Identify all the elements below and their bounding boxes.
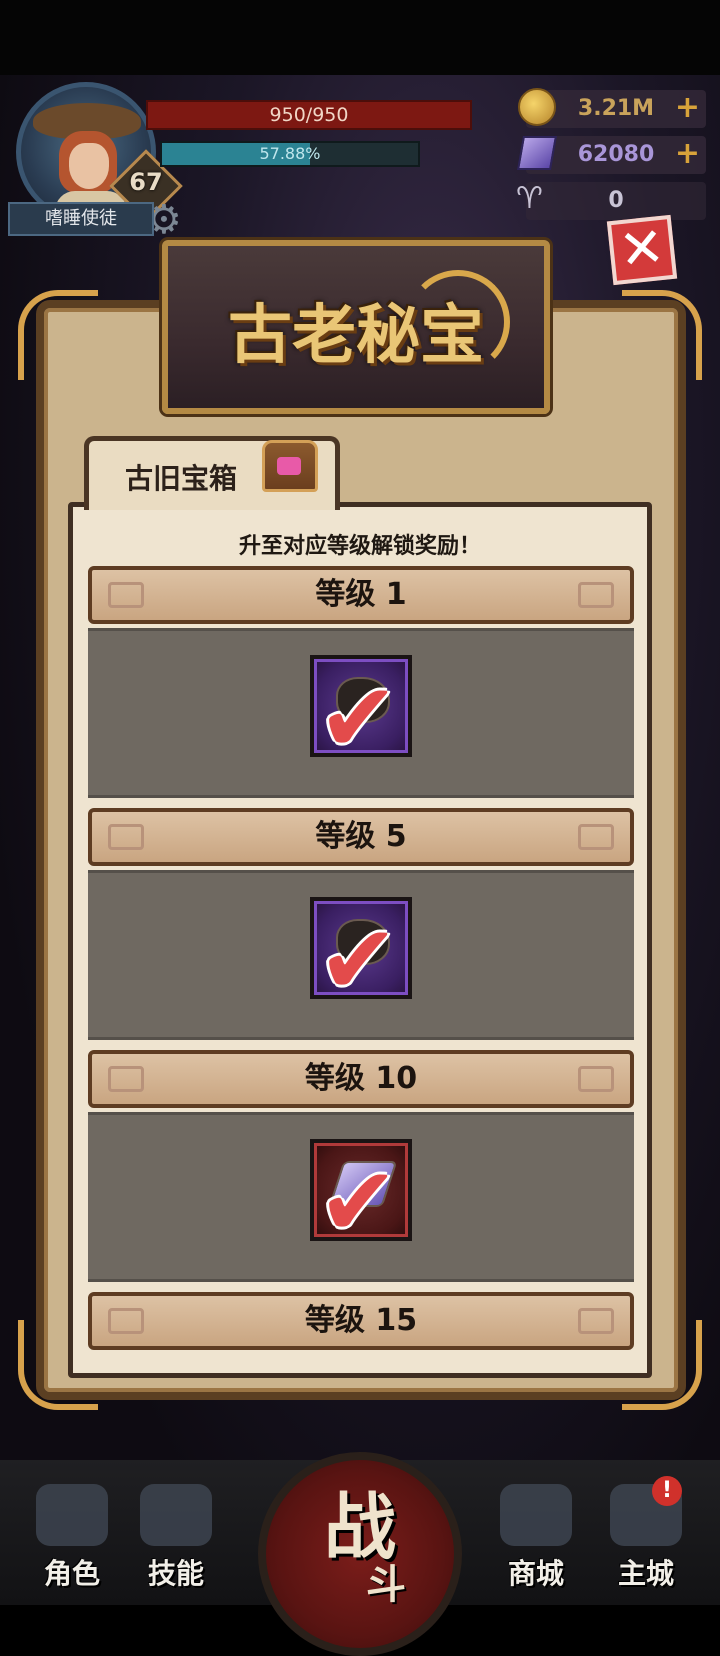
hp-text: 950/950 <box>269 104 349 126</box>
nav-skills[interactable]: 技能 <box>126 1470 226 1600</box>
level-header: 等级 10 <box>88 1050 634 1108</box>
frame-corner-top-right <box>622 290 702 380</box>
nav-label: 主城 <box>617 1557 674 1590</box>
horn-counter: ♈ 0 <box>516 182 706 220</box>
header-ornament-right <box>578 1308 614 1334</box>
gem-value: 62080 <box>577 142 655 167</box>
gem-counter: 62080 + <box>517 136 706 174</box>
notification-badge: ! <box>652 1476 682 1506</box>
reward-area: ✔ <box>88 1112 634 1282</box>
battle-button[interactable]: 战 斗 <box>258 1452 462 1656</box>
reward-item-slot[interactable]: ✔ <box>310 655 412 766</box>
nav-label: 商城 <box>507 1557 564 1590</box>
character-icon <box>36 1484 108 1546</box>
horn-value: 0 <box>608 188 624 213</box>
modal-title-plate: 古老秘宝 <box>162 240 550 414</box>
tab-label: 古旧宝箱 <box>125 462 238 495</box>
level-header: 等级 1 <box>88 566 634 624</box>
xp-bar: 57.88% <box>160 141 420 167</box>
reward-item-slot[interactable]: ✔ <box>310 1139 412 1250</box>
level-label: 等级 5 <box>315 819 407 854</box>
gold-counter: 3.21M + <box>518 88 706 128</box>
skill-icon <box>140 1484 212 1546</box>
reward-area: ✔ <box>88 628 634 798</box>
status-bar-area <box>0 0 720 75</box>
reward-list[interactable]: 等级 1 ✔ 等级 5 ✔ 等级 10 ✔ 等级 15 <box>88 566 634 1372</box>
avatar-face <box>69 143 109 189</box>
level-label: 等级 1 <box>315 577 407 612</box>
gold-value: 3.21M <box>577 96 655 121</box>
player-name: 嗜睡使徒 <box>8 202 154 236</box>
player-level: 67 <box>129 168 163 196</box>
level-label: 等级 10 <box>304 1061 418 1096</box>
battle-label-main: 战 <box>323 1484 396 1569</box>
header-ornament-right <box>578 824 614 850</box>
purple-gem-icon <box>517 136 557 170</box>
modal-title: 古老秘宝 <box>228 298 484 373</box>
reward-area: ✔ <box>88 870 634 1040</box>
nav-label: 角色 <box>43 1557 100 1590</box>
nav-label: 技能 <box>147 1557 204 1590</box>
close-button[interactable]: ✕ <box>606 215 678 286</box>
gold-coin-icon <box>518 88 556 126</box>
chest-gem <box>277 457 301 475</box>
add-gold-button[interactable]: + <box>675 90 700 126</box>
level-label: 等级 15 <box>304 1303 418 1338</box>
hp-bar: 950/950 <box>146 100 472 130</box>
shop-icon <box>500 1484 572 1546</box>
claimed-check-icon: ✔ <box>318 662 399 774</box>
nav-shop[interactable]: 商城 <box>486 1470 586 1600</box>
reward-item-slot[interactable]: ✔ <box>310 897 412 1008</box>
claimed-check-icon: ✔ <box>318 1146 399 1258</box>
level-header: 等级 5 <box>88 808 634 866</box>
unlock-instructions: 升至对应等级解锁奖励！ <box>238 534 481 559</box>
header-ornament-right <box>578 582 614 608</box>
nav-character[interactable]: 角色 <box>22 1470 122 1600</box>
frame-corner-top-left <box>18 290 98 380</box>
xp-text: 57.88% <box>259 144 321 163</box>
header-ornament-right <box>578 1066 614 1092</box>
add-gem-button[interactable]: + <box>675 136 700 172</box>
level-header: 等级 15 <box>88 1292 634 1350</box>
battle-label-sub: 斗 <box>366 1561 406 1608</box>
horn-icon: ♈ <box>516 181 543 216</box>
claimed-check-icon: ✔ <box>318 904 399 1016</box>
treasure-chest-icon <box>262 440 318 492</box>
